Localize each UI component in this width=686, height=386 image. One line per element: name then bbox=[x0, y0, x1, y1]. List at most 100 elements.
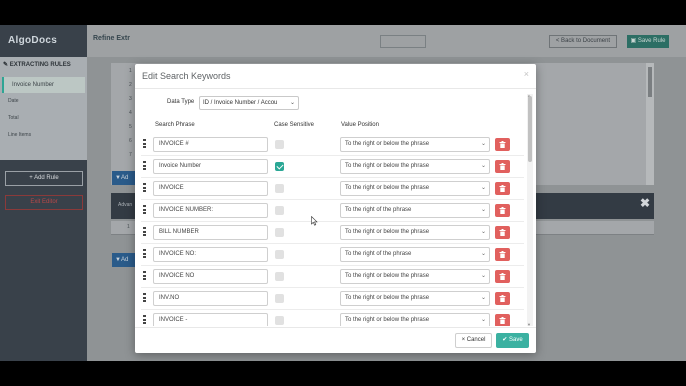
keyword-row: BILL NUMBER To the right or below the phr… bbox=[141, 222, 524, 244]
close-icon: × bbox=[461, 337, 466, 343]
search-phrase-input[interactable]: INVOICE - bbox=[153, 313, 268, 326]
screen: AlgoDocs ✎ EXTRACTING RULES Invoice Numb… bbox=[0, 0, 686, 386]
drag-handle-icon[interactable] bbox=[143, 183, 147, 194]
search-phrase-input[interactable]: INVOICE NUMBER: bbox=[153, 203, 268, 218]
modal-scrollbar[interactable]: ▲ ▼ bbox=[527, 93, 533, 327]
exit-editor-button[interactable]: Exit Editor bbox=[5, 195, 83, 210]
rule-item-line-items[interactable]: Line Items bbox=[0, 127, 87, 144]
delete-button[interactable] bbox=[495, 160, 510, 173]
modal-header: Edit Search Keywords × bbox=[135, 64, 536, 89]
case-sensitive-checkbox[interactable] bbox=[275, 206, 284, 215]
case-sensitive-checkbox[interactable] bbox=[275, 140, 284, 149]
rule-item-invoice-number[interactable]: Invoice Number bbox=[2, 77, 85, 93]
editor-scrollbar[interactable] bbox=[646, 63, 654, 185]
data-type-select[interactable]: ID / Invoice Number / Accou ⌄ bbox=[199, 96, 299, 110]
search-phrase-input[interactable]: INVOICE NO: bbox=[153, 247, 268, 262]
save-label: Save bbox=[509, 337, 523, 343]
sidebar: AlgoDocs ✎ EXTRACTING RULES Invoice Numb… bbox=[0, 25, 87, 361]
chevron-down-icon: ⌄ bbox=[480, 295, 486, 301]
value-position-select[interactable]: To the right or below the phrase ⌄ bbox=[340, 269, 490, 284]
case-sensitive-checkbox[interactable] bbox=[275, 316, 284, 325]
line-number: 7 bbox=[129, 152, 132, 158]
delete-button[interactable] bbox=[495, 182, 510, 195]
search-phrase-input[interactable]: Invoice Number bbox=[153, 159, 268, 174]
delete-button[interactable] bbox=[495, 314, 510, 326]
save-rule-button[interactable]: ▣ Save Rule bbox=[627, 35, 669, 48]
brand-logo: AlgoDocs bbox=[0, 25, 87, 57]
rule-item-date[interactable]: Date bbox=[0, 93, 87, 110]
section-title: ✎ EXTRACTING RULES bbox=[0, 57, 87, 73]
add-rule-button[interactable]: + Add Rule bbox=[5, 171, 83, 186]
search-phrase-input[interactable]: INVOICE # bbox=[153, 137, 268, 152]
value-position-select[interactable]: To the right or below the phrase ⌄ bbox=[340, 291, 490, 306]
close-icon[interactable]: ✖ bbox=[640, 196, 650, 210]
rule-item-total[interactable]: Total bbox=[0, 110, 87, 127]
drag-handle-icon[interactable] bbox=[143, 315, 147, 326]
keyword-row: Invoice Number To the right or below the … bbox=[141, 156, 524, 178]
mouse-cursor-icon bbox=[311, 216, 318, 226]
drag-handle-icon[interactable] bbox=[143, 271, 147, 282]
back-to-document-button[interactable]: < Back to Document bbox=[549, 35, 617, 48]
value-position-select[interactable]: To the right or below the phrase ⌄ bbox=[340, 137, 490, 152]
save-rule-label: Save Rule bbox=[637, 38, 666, 44]
case-sensitive-checkbox[interactable] bbox=[275, 294, 284, 303]
app-window: AlgoDocs ✎ EXTRACTING RULES Invoice Numb… bbox=[0, 25, 686, 361]
section-title-label: EXTRACTING RULES bbox=[9, 62, 71, 68]
close-icon[interactable]: × bbox=[524, 69, 529, 79]
search-phrase-input[interactable]: INVOICE bbox=[153, 181, 268, 196]
line-number: 1 bbox=[129, 68, 132, 74]
cancel-button[interactable]: × Cancel bbox=[455, 333, 492, 348]
keyword-row: INV.NO To the right or below the phrase ⌄ bbox=[141, 288, 524, 310]
column-header-case: Case Sensitive bbox=[274, 122, 315, 128]
drag-handle-icon[interactable] bbox=[143, 161, 147, 172]
value-position-select[interactable]: To the right of the phrase ⌄ bbox=[340, 203, 490, 218]
add-button-label: Ad bbox=[120, 175, 129, 181]
drag-handle-icon[interactable] bbox=[143, 249, 147, 260]
scrollbar-thumb[interactable] bbox=[528, 96, 532, 162]
case-sensitive-checkbox[interactable] bbox=[275, 162, 284, 171]
drag-handle-icon[interactable] bbox=[143, 293, 147, 304]
editor-header: Refine Extr < Back to Document ▣ Save Ru… bbox=[87, 25, 686, 57]
header-button[interactable] bbox=[380, 35, 426, 48]
delete-button[interactable] bbox=[495, 292, 510, 305]
keyword-row: INVOICE To the right or below the phrase ⌄ bbox=[141, 178, 524, 200]
line-number: 3 bbox=[129, 96, 132, 102]
search-phrase-input[interactable]: BILL NUMBER bbox=[153, 225, 268, 240]
tab-refine-extraction[interactable]: Refine Extr bbox=[93, 35, 130, 42]
value-position-select[interactable]: To the right or below the phrase ⌄ bbox=[340, 313, 490, 326]
trash-icon bbox=[499, 273, 506, 280]
value-position-value: To the right or below the phrase bbox=[345, 295, 430, 301]
value-position-select[interactable]: To the right or below the phrase ⌄ bbox=[340, 159, 490, 174]
value-position-select[interactable]: To the right or below the phrase ⌄ bbox=[340, 181, 490, 196]
line-number: 6 bbox=[129, 138, 132, 144]
case-sensitive-checkbox[interactable] bbox=[275, 272, 284, 281]
delete-button[interactable] bbox=[495, 248, 510, 261]
drag-handle-icon[interactable] bbox=[143, 227, 147, 238]
value-position-select[interactable]: To the right of the phrase ⌄ bbox=[340, 247, 490, 262]
trash-icon bbox=[499, 185, 506, 192]
trash-icon bbox=[499, 163, 506, 170]
trash-icon bbox=[499, 251, 506, 258]
delete-button[interactable] bbox=[495, 226, 510, 239]
case-sensitive-checkbox[interactable] bbox=[275, 250, 284, 259]
search-phrase-input[interactable]: INV.NO bbox=[153, 291, 268, 306]
value-position-select[interactable]: To the right or below the phrase ⌄ bbox=[340, 225, 490, 240]
search-phrase-input[interactable]: INVOICE NO bbox=[153, 269, 268, 284]
delete-button[interactable] bbox=[495, 204, 510, 217]
chevron-down-icon: ⌄ bbox=[480, 207, 486, 213]
value-position-value: To the right of the phrase bbox=[345, 251, 412, 257]
case-sensitive-checkbox[interactable] bbox=[275, 228, 284, 237]
drag-handle-icon[interactable] bbox=[143, 139, 147, 150]
delete-button[interactable] bbox=[495, 138, 510, 151]
delete-button[interactable] bbox=[495, 270, 510, 283]
keyword-list: INVOICE # To the right or below the phras… bbox=[135, 134, 531, 326]
chevron-down-icon: ⌄ bbox=[480, 229, 486, 235]
save-button[interactable]: ✔ Save bbox=[496, 333, 529, 348]
case-sensitive-checkbox[interactable] bbox=[275, 184, 284, 193]
keyword-row: INVOICE # To the right or below the phras… bbox=[141, 134, 524, 156]
keyword-row: INVOICE NUMBER: To the right of the phras… bbox=[141, 200, 524, 222]
value-position-value: To the right of the phrase bbox=[345, 207, 412, 213]
drag-handle-icon[interactable] bbox=[143, 205, 147, 216]
row-number: 1 bbox=[127, 224, 130, 230]
cancel-label: Cancel bbox=[466, 337, 486, 343]
